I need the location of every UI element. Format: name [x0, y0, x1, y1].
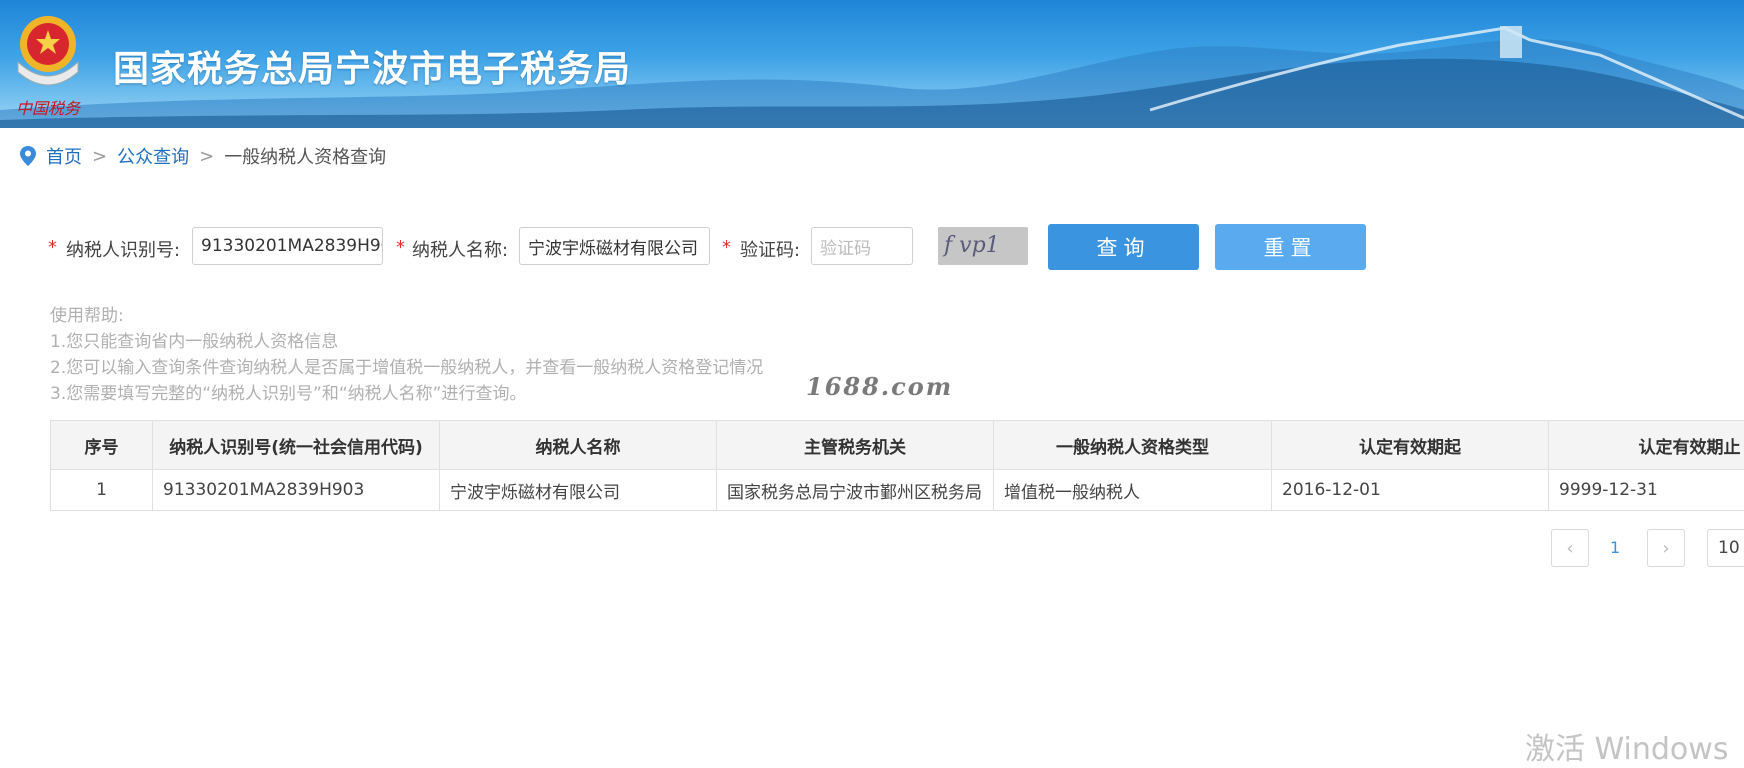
col-header-tax-authority: 主管税务机关 [717, 421, 994, 470]
breadcrumb-separator: > [92, 146, 107, 167]
header-banner: 中国税务 国家税务总局宁波市电子税务局 [0, 0, 1744, 128]
captcha-label: 验证码: [740, 236, 800, 262]
cell-index: 1 [51, 470, 153, 511]
help-line: 3.您需要填写完整的“纳税人识别号”和“纳税人名称”进行查询。 [50, 381, 763, 407]
svg-text:f vp1: f vp1 [942, 233, 1000, 258]
windows-activation-watermark: 激活 Windows [1525, 724, 1728, 768]
required-mark: * [396, 237, 405, 258]
page-size-select[interactable]: 10 [1707, 529, 1744, 567]
col-header-qualification-type: 一般纳税人资格类型 [994, 421, 1272, 470]
cell-valid-to: 9999-12-31 [1549, 470, 1744, 511]
table-row: 1 91330201MA2839H903 宁波宇烁磁材有限公司 国家税务总局宁波… [51, 470, 1744, 511]
col-header-valid-to: 认定有效期止 [1549, 421, 1744, 470]
captcha-image[interactable]: f vp1 [938, 227, 1028, 265]
taxpayer-id-input[interactable]: 91330201MA2839H90 [192, 227, 383, 265]
required-mark: * [48, 237, 57, 258]
current-page-number[interactable]: 1 [1610, 538, 1620, 557]
col-header-index: 序号 [51, 421, 153, 470]
usage-help: 使用帮助: 1.您只能查询省内一般纳税人资格信息 2.您可以输入查询条件查询纳税… [50, 303, 763, 407]
results-table: 序号 纳税人识别号(统一社会信用代码) 纳税人名称 主管税务机关 一般纳税人资格… [50, 420, 1744, 511]
tax-emblem-logo: 中国税务 [8, 10, 88, 118]
breadcrumb-current: 一般纳税人资格查询 [224, 143, 386, 169]
cell-valid-from: 2016-12-01 [1272, 470, 1549, 511]
query-button[interactable]: 查询 [1048, 224, 1199, 270]
taxpayer-name-input[interactable]: 宁波宇烁磁材有限公司 [519, 227, 710, 265]
cell-taxpayer-id: 91330201MA2839H903 [153, 470, 440, 511]
breadcrumb-home-link[interactable]: 首页 [46, 143, 82, 169]
help-line: 2.您可以输入查询条件查询纳税人是否属于增值税一般纳税人，并查看一般纳税人资格登… [50, 355, 763, 381]
chevron-left-icon: ‹ [1566, 538, 1573, 559]
svg-text:中国税务: 中国税务 [16, 99, 82, 118]
site-watermark: 1688.com [806, 372, 953, 401]
next-page-button[interactable]: › [1647, 529, 1685, 567]
reset-button[interactable]: 重置 [1215, 224, 1366, 270]
breadcrumb-public-query-link[interactable]: 公众查询 [117, 143, 189, 169]
cell-qualification-type: 增值税一般纳税人 [994, 470, 1272, 511]
taxpayer-name-label: 纳税人名称: [412, 236, 508, 262]
breadcrumb-separator: > [199, 146, 214, 167]
query-form: * 纳税人识别号: 91330201MA2839H90 * 纳税人名称: 宁波宇… [0, 224, 1744, 270]
required-mark: * [722, 237, 731, 258]
chevron-right-icon: › [1662, 538, 1669, 559]
prev-page-button[interactable]: ‹ [1551, 529, 1589, 567]
site-title: 国家税务总局宁波市电子税务局 [113, 40, 631, 92]
captcha-input[interactable]: 验证码 [811, 227, 913, 265]
col-header-taxpayer-name: 纳税人名称 [440, 421, 717, 470]
col-header-valid-from: 认定有效期起 [1272, 421, 1549, 470]
location-pin-icon [20, 146, 36, 166]
taxpayer-id-label: 纳税人识别号: [66, 236, 180, 262]
help-title: 使用帮助: [50, 303, 763, 329]
table-header-row: 序号 纳税人识别号(统一社会信用代码) 纳税人名称 主管税务机关 一般纳税人资格… [51, 421, 1744, 470]
cell-tax-authority: 国家税务总局宁波市鄞州区税务局 [717, 470, 994, 511]
cell-taxpayer-name: 宁波宇烁磁材有限公司 [440, 470, 717, 511]
breadcrumb: 首页 > 公众查询 > 一般纳税人资格查询 [20, 144, 386, 168]
col-header-taxpayer-id: 纳税人识别号(统一社会信用代码) [153, 421, 440, 470]
help-line: 1.您只能查询省内一般纳税人资格信息 [50, 329, 763, 355]
